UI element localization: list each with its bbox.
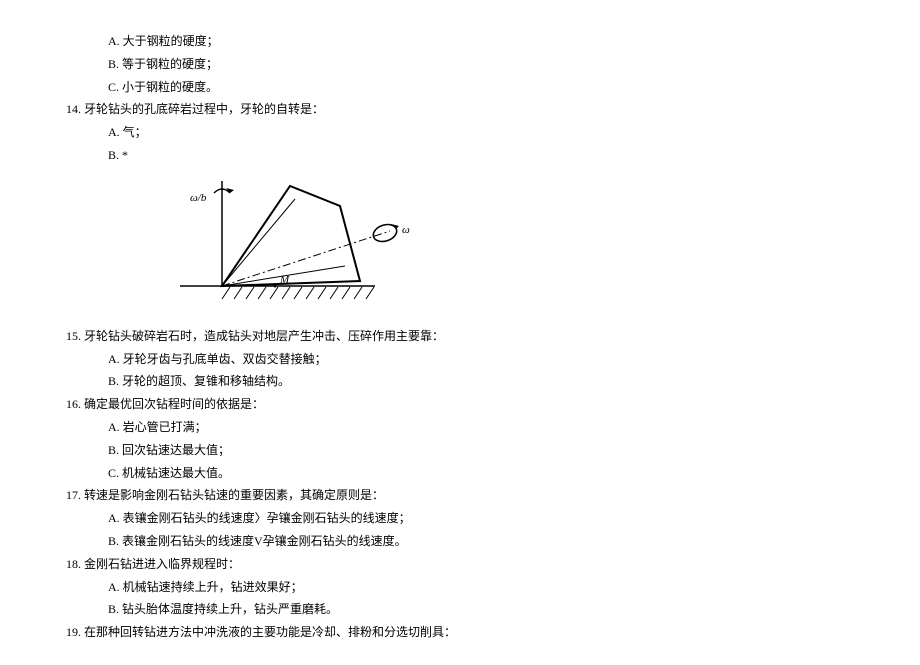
q14-option-a: A. 气； <box>60 121 860 144</box>
q18-option-a: A. 机械钻速持续上升，钻进效果好； <box>60 576 860 599</box>
q13-option-b: B. 等于钢粒的硬度； <box>60 53 860 76</box>
q15-text: 15. 牙轮钻头破碎岩石时，造成钻头对地层产生冲击、压碎作用主要靠： <box>60 325 860 348</box>
q13-option-c: C. 小于钢粒的硬度。 <box>60 76 860 99</box>
q16-option-c: C. 机械钻速达最大值。 <box>60 462 860 485</box>
cone-diagram: ω/b ω M <box>60 171 860 321</box>
q13-option-a: A. 大于钢粒的硬度； <box>60 30 860 53</box>
q18-option-b: B. 钻头胎体温度持续上升，钻头严重磨耗。 <box>60 598 860 621</box>
q14-option-b: B. * <box>60 144 860 167</box>
q14-text: 14. 牙轮钻头的孔底碎岩过程中，牙轮的自转是： <box>60 98 860 121</box>
q15-option-a: A. 牙轮牙齿与孔底单齿、双齿交替接触； <box>60 348 860 371</box>
q16-text: 16. 确定最优回次钻程时间的依据是： <box>60 393 860 416</box>
m-label: M <box>279 274 290 286</box>
omega-label: ω <box>402 224 410 236</box>
q16-option-a: A. 岩心管已打满； <box>60 416 860 439</box>
q17-text: 17. 转速是影响金刚石钻头钻速的重要因素，其确定原则是： <box>60 484 860 507</box>
q16-option-b: B. 回次钻速达最大值； <box>60 439 860 462</box>
q17-option-a: A. 表镶金刚石钻头的线速度〉孕镶金刚石钻头的线速度； <box>60 507 860 530</box>
q17-option-b: B. 表镶金刚石钻头的线速度V孕镶金刚石钻头的线速度。 <box>60 530 860 553</box>
omega-b-label: ω/b <box>190 192 207 204</box>
q18-text: 18. 金刚石钻进进入临界规程时： <box>60 553 860 576</box>
q19-text: 19. 在那种回转钻进方法中冲洗液的主要功能是冷却、排粉和分选切削具： <box>60 621 860 644</box>
q15-option-b: B. 牙轮的超顶、复锥和移轴结构。 <box>60 370 860 393</box>
